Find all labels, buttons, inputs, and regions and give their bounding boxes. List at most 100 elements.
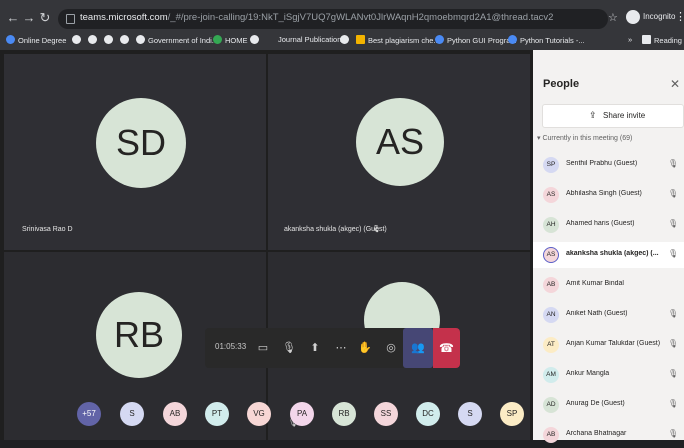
participant-row-selected[interactable]: AS akanksha shukla (akgec) (... 🎙 bbox=[533, 242, 684, 268]
reading-list[interactable]: Reading li bbox=[642, 35, 684, 45]
bookmarks-bar: Online Degree Government of Indi... HOME… bbox=[0, 32, 684, 50]
participant-row[interactable]: AD Anurag De (Guest) 🎙 bbox=[533, 392, 684, 418]
bookmark-globe-3[interactable] bbox=[104, 35, 116, 45]
avatar: AT bbox=[543, 337, 559, 353]
avatar[interactable]: PT bbox=[205, 402, 229, 426]
participant-name: Amit Kumar Bindal bbox=[566, 280, 624, 287]
globe-icon bbox=[88, 35, 97, 44]
avatar[interactable]: PA bbox=[290, 402, 314, 426]
avatar: AS bbox=[543, 247, 559, 263]
participant-row[interactable]: AN Aniket Nath (Guest) 🎙 bbox=[533, 302, 684, 328]
mic-off-icon: 🎙 bbox=[668, 339, 679, 348]
avatar[interactable]: S bbox=[120, 402, 144, 426]
share-invite-label: Share invite bbox=[603, 111, 646, 120]
bookmark-python-tutorials[interactable]: Python Tutorials -... bbox=[508, 35, 585, 45]
mic-off-icon: 🎙 bbox=[668, 189, 679, 198]
participant-row[interactable]: AT Anjan Kumar Talukdar (Guest) 🎙 bbox=[533, 332, 684, 358]
bookmark-plagiarism[interactable]: Best plagiarism che... bbox=[356, 35, 440, 45]
bookmark-globe-2[interactable] bbox=[88, 35, 100, 45]
avatar[interactable]: SS bbox=[374, 402, 398, 426]
bookmark-home[interactable]: HOME bbox=[213, 35, 248, 45]
video-tile-srinivasa[interactable]: SD Srinivasa Rao D bbox=[4, 54, 266, 250]
people-button[interactable]: 👥 bbox=[403, 328, 433, 368]
participant-row[interactable]: SP Senthil Prabhu (Guest) 🎙 bbox=[533, 152, 684, 178]
mic-off-icon: 🎙 bbox=[668, 369, 679, 378]
avatar[interactable]: DC bbox=[416, 402, 440, 426]
avatar[interactable]: AB bbox=[163, 402, 187, 426]
bookmark-globe-4[interactable] bbox=[120, 35, 132, 45]
globe-icon bbox=[250, 35, 259, 44]
globe-icon bbox=[120, 35, 129, 44]
video-tile-akanksha[interactable]: AS akanksha shukla (akgec) (Guest) 🎙 bbox=[268, 54, 530, 250]
mic-off-icon: 🎙 bbox=[668, 159, 679, 168]
share-icon: ⇪ bbox=[589, 110, 597, 120]
raise-hand-button[interactable]: ✋ bbox=[355, 338, 375, 358]
reading-list-label: Reading li bbox=[654, 36, 684, 45]
bookmark-government[interactable]: Government of Indi... bbox=[136, 35, 218, 45]
participant-name: akanksha shukla (akgec) (... bbox=[566, 250, 659, 257]
bookmark-journal[interactable]: Journal Publication... bbox=[278, 35, 348, 44]
avatar: AN bbox=[543, 307, 559, 323]
address-row: ← → ↻ teams.microsoft.com/_#/pre-join-ca… bbox=[0, 8, 684, 30]
meeting-section-header[interactable]: ▾ Currently in this meeting (69) bbox=[537, 134, 632, 142]
bookmark-star-icon[interactable]: ☆ bbox=[608, 11, 618, 24]
bookmark-globe-1[interactable] bbox=[72, 35, 84, 45]
lock-icon bbox=[66, 14, 75, 24]
share-invite-button[interactable]: ⇪ Share invite bbox=[542, 104, 684, 128]
overflow-count-badge[interactable]: +57 bbox=[77, 402, 101, 426]
bookmark-globe-5[interactable] bbox=[250, 35, 262, 45]
mic-off-icon: 🎙 bbox=[372, 226, 381, 233]
avatar[interactable]: S bbox=[458, 402, 482, 426]
bookmark-icon bbox=[6, 35, 15, 44]
incognito-label[interactable]: Incognito bbox=[643, 12, 675, 21]
camera-off-button[interactable]: ▭ bbox=[253, 338, 273, 358]
bookmark-overflow-icon[interactable]: » bbox=[628, 35, 632, 44]
close-icon[interactable]: ✕ bbox=[670, 77, 680, 91]
back-icon[interactable]: ← bbox=[6, 10, 20, 26]
avatar: SP bbox=[543, 157, 559, 173]
avatar: AM bbox=[543, 367, 559, 383]
bookmark-label: Best plagiarism che... bbox=[368, 36, 440, 45]
leave-call-button[interactable]: ☎ bbox=[433, 328, 460, 368]
section-label: Currently in this meeting (69) bbox=[542, 135, 633, 142]
reload-icon[interactable]: ↻ bbox=[38, 10, 52, 26]
participant-row[interactable]: AS Abhilasha Singh (Guest) 🎙 bbox=[533, 182, 684, 208]
bookmark-globe-6[interactable] bbox=[340, 35, 352, 45]
meeting-controls-bar: 01:05:33 ▭ 🎙 ⬆ ⋯ ✋ ◎ 👥 ☎ bbox=[205, 328, 460, 368]
avatar[interactable]: RB bbox=[332, 402, 356, 426]
more-actions-button[interactable]: ⋯ bbox=[331, 338, 351, 358]
participant-row[interactable]: AM Ankur Mangla 🎙 bbox=[533, 362, 684, 388]
mic-off-icon: 🎙 bbox=[668, 249, 679, 258]
mic-off-icon: 🎙 bbox=[668, 429, 679, 438]
bookmark-online-degree[interactable]: Online Degree bbox=[6, 35, 66, 45]
incognito-icon bbox=[626, 10, 640, 24]
url-host: teams.microsoft.com bbox=[80, 12, 168, 23]
participant-avatar-row: +57 S AB PT VG PA RB SS DC S SP bbox=[0, 402, 533, 442]
reactions-button[interactable]: ◎ bbox=[381, 338, 401, 358]
participant-avatar: SD bbox=[96, 98, 186, 188]
participant-row[interactable]: AB Amit Kumar Bindal bbox=[533, 272, 684, 298]
address-bar[interactable]: teams.microsoft.com/_#/pre-join-calling/… bbox=[58, 9, 608, 29]
bookmark-python-gui[interactable]: Python GUI Progra... bbox=[435, 35, 517, 45]
url-path: /_#/pre-join-calling/19:NkT_iSgjV7UQ7gWL… bbox=[167, 12, 554, 23]
avatar[interactable]: VG bbox=[247, 402, 271, 426]
participant-avatar: RB bbox=[96, 292, 182, 378]
share-tray-button[interactable]: ⬆ bbox=[305, 338, 325, 358]
participant-name: Ankur Mangla bbox=[566, 370, 610, 377]
avatar: AB bbox=[543, 427, 559, 443]
plagiarism-site-icon bbox=[356, 35, 365, 44]
home-icon bbox=[213, 35, 222, 44]
mic-off-icon: 🎙 bbox=[668, 309, 679, 318]
participant-name: Archana Bhatnagar bbox=[566, 430, 627, 437]
participant-name: Anurag De (Guest) bbox=[566, 400, 625, 407]
avatar[interactable]: SP bbox=[500, 402, 524, 426]
globe-icon bbox=[104, 35, 113, 44]
mic-off-button[interactable]: 🎙 bbox=[279, 338, 299, 358]
participant-row[interactable]: AH Ahamed haris (Guest) 🎙 bbox=[533, 212, 684, 238]
browser-menu-icon[interactable]: ⋮ bbox=[675, 10, 684, 23]
participant-avatar: AS bbox=[356, 98, 444, 186]
people-panel: People ✕ ⇪ Share invite ▾ Currently in t… bbox=[533, 50, 684, 443]
participant-row[interactable]: AB Archana Bhatnagar 🎙 bbox=[533, 422, 684, 448]
mic-off-icon: 🎙 bbox=[668, 219, 679, 228]
forward-icon[interactable]: → bbox=[22, 10, 36, 26]
